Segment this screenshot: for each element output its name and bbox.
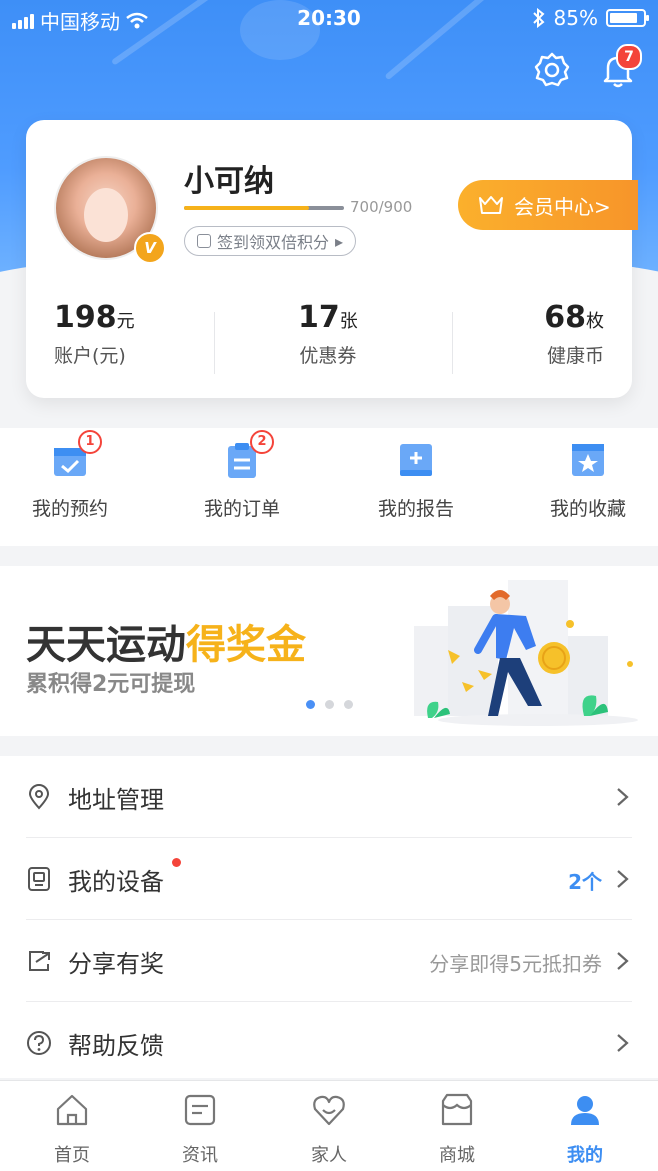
points-progress-text: 700/900: [350, 198, 413, 216]
menu-label: 我的设备: [68, 868, 164, 896]
points-progress-bar: [184, 206, 344, 210]
stat-label: 账户(元): [54, 345, 126, 367]
banner-title-highlight: 得奖金: [186, 622, 306, 668]
vip-icon: V: [134, 232, 166, 264]
stat-account[interactable]: 198元 账户(元): [54, 300, 135, 368]
help-question-icon: [27, 1031, 51, 1055]
stat-coupons[interactable]: 17张 优惠券: [298, 300, 358, 368]
report-icon: [400, 444, 432, 476]
family-icon: [313, 1095, 345, 1126]
banner-subtitle: 累积得2元可提现: [26, 672, 196, 697]
stat-unit: 元: [116, 311, 135, 332]
member-center-button[interactable]: 会员中心>: [458, 180, 638, 230]
quick-actions: 1 我的预约 2 我的订单 我的报告 我的收藏: [0, 428, 658, 546]
tab-store[interactable]: 商城: [407, 1091, 507, 1167]
tab-label: 我的: [567, 1145, 603, 1166]
home-icon: [56, 1094, 88, 1126]
menu-item-help[interactable]: 帮助反馈: [26, 1002, 632, 1084]
quick-appointments[interactable]: 1 我的预约: [0, 430, 140, 521]
crown-icon: [479, 196, 503, 214]
quick-label: 我的订单: [203, 498, 280, 520]
stat-value: 17: [298, 300, 340, 335]
menu-label: 地址管理: [68, 786, 164, 814]
notification-badge: 7: [616, 44, 642, 70]
stat-label: 优惠券: [299, 345, 357, 367]
quick-orders[interactable]: 2 我的订单: [172, 430, 312, 521]
menu-label: 分享有奖: [68, 950, 164, 978]
bookmark-star-icon: [572, 444, 604, 476]
menu-label: 帮助反馈: [68, 1032, 164, 1060]
menu-item-share[interactable]: 分享有奖 分享即得5元抵扣券: [26, 920, 632, 1002]
divider: [214, 312, 215, 374]
banner-title-main: 天天运动: [26, 622, 186, 668]
status-bar: 中国移动 20:30 85%: [0, 0, 658, 36]
store-icon: [441, 1093, 473, 1126]
carousel-dots[interactable]: [306, 700, 353, 709]
profile-icon: [571, 1096, 599, 1125]
menu-value: 2个: [568, 870, 602, 894]
gear-icon: [534, 52, 570, 87]
menu-item-devices[interactable]: 我的设备 2个: [26, 838, 632, 920]
location-pin-icon: [28, 784, 50, 810]
device-icon: [28, 867, 50, 891]
tab-profile[interactable]: 我的: [535, 1091, 635, 1167]
banner-title: 天天运动得奖金: [26, 612, 306, 670]
new-indicator-dot: [172, 858, 181, 867]
bluetooth-icon: [532, 8, 545, 28]
user-name: 小可纳: [184, 164, 274, 199]
tab-label: 资讯: [182, 1145, 218, 1166]
quick-label: 我的报告: [377, 498, 454, 520]
stat-health-coins[interactable]: 68枚 健康币: [544, 300, 604, 368]
news-icon: [184, 1094, 216, 1126]
running-person-illustration: [414, 580, 638, 726]
chevron-right-icon: [617, 870, 629, 888]
order-badge: 2: [250, 430, 274, 454]
quick-reports[interactable]: 我的报告: [346, 440, 486, 521]
battery-percent: 85%: [553, 6, 598, 30]
notifications-button[interactable]: 7: [598, 44, 642, 90]
checkin-label: 签到领双倍积分: [217, 233, 330, 252]
stat-unit: 张: [339, 311, 358, 332]
tab-news[interactable]: 资讯: [150, 1091, 250, 1167]
menu-item-address[interactable]: 地址管理: [26, 756, 632, 838]
stat-label: 健康币: [546, 345, 604, 367]
promo-banner[interactable]: 天天运动得奖金 累积得2元可提现: [0, 566, 658, 736]
share-icon: [29, 951, 50, 971]
quick-label: 我的预约: [31, 498, 108, 520]
stat-value: 198: [54, 300, 117, 335]
settings-button[interactable]: [532, 50, 572, 90]
menu-value: 分享即得5元抵扣券: [429, 952, 602, 976]
member-center-label: 会员中心>: [514, 194, 611, 219]
chevron-right-icon: [617, 952, 629, 970]
checkin-button[interactable]: 签到领双倍积分 ▸: [184, 226, 357, 256]
tab-home[interactable]: 首页: [22, 1091, 122, 1167]
quick-favorites[interactable]: 我的收藏: [518, 440, 658, 521]
bottom-tab-bar: 首页 资讯 家人 商城 我的: [0, 1080, 658, 1171]
stat-unit: 枚: [586, 311, 604, 332]
tab-label: 首页: [54, 1145, 90, 1166]
profile-card: V 小可纳 700/900 签到领双倍积分 ▸ 会员中心> 198元 账户(元)…: [26, 120, 638, 398]
caret-right-icon: ▸: [335, 231, 344, 251]
tab-label: 商城: [439, 1145, 475, 1166]
tab-family[interactable]: 家人: [279, 1091, 379, 1167]
settings-menu: 地址管理 我的设备 2个 分享有奖 分享即得5元抵扣券 帮助反馈: [0, 756, 658, 1078]
battery-icon: [606, 9, 649, 27]
stats-row: 198元 账户(元) 17张 优惠券 68枚 健康币: [26, 300, 632, 380]
coin-stack-icon: [197, 234, 211, 248]
tab-label: 家人: [311, 1145, 347, 1166]
chevron-right-icon: [617, 788, 629, 806]
chevron-right-icon: [617, 1034, 629, 1052]
appointment-badge: 1: [78, 430, 102, 454]
quick-label: 我的收藏: [549, 498, 626, 520]
stat-value: 68: [544, 300, 586, 335]
divider: [452, 312, 453, 374]
